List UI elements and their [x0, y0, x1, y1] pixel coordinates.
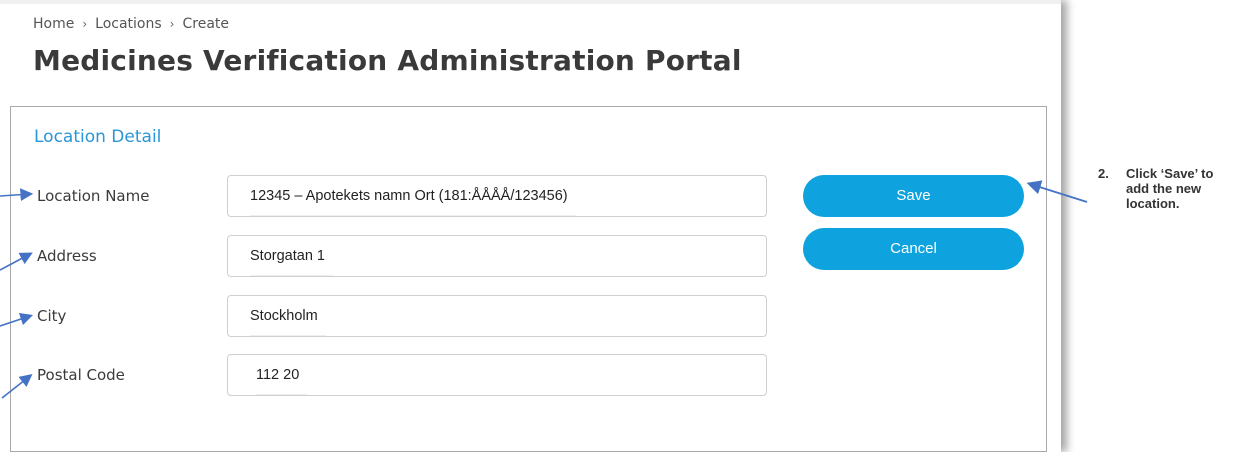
arrow-icon [1026, 180, 1088, 203]
arrow-icon [1, 374, 33, 399]
arrow-icon [0, 312, 34, 327]
annotation-arrows [0, 180, 1088, 399]
annotation-number: 2. [1098, 166, 1109, 181]
arrow-icon [0, 188, 34, 202]
arrow-icon [0, 252, 33, 271]
annotation-text: Click ‘Save’ to add the new location. [1126, 166, 1214, 211]
